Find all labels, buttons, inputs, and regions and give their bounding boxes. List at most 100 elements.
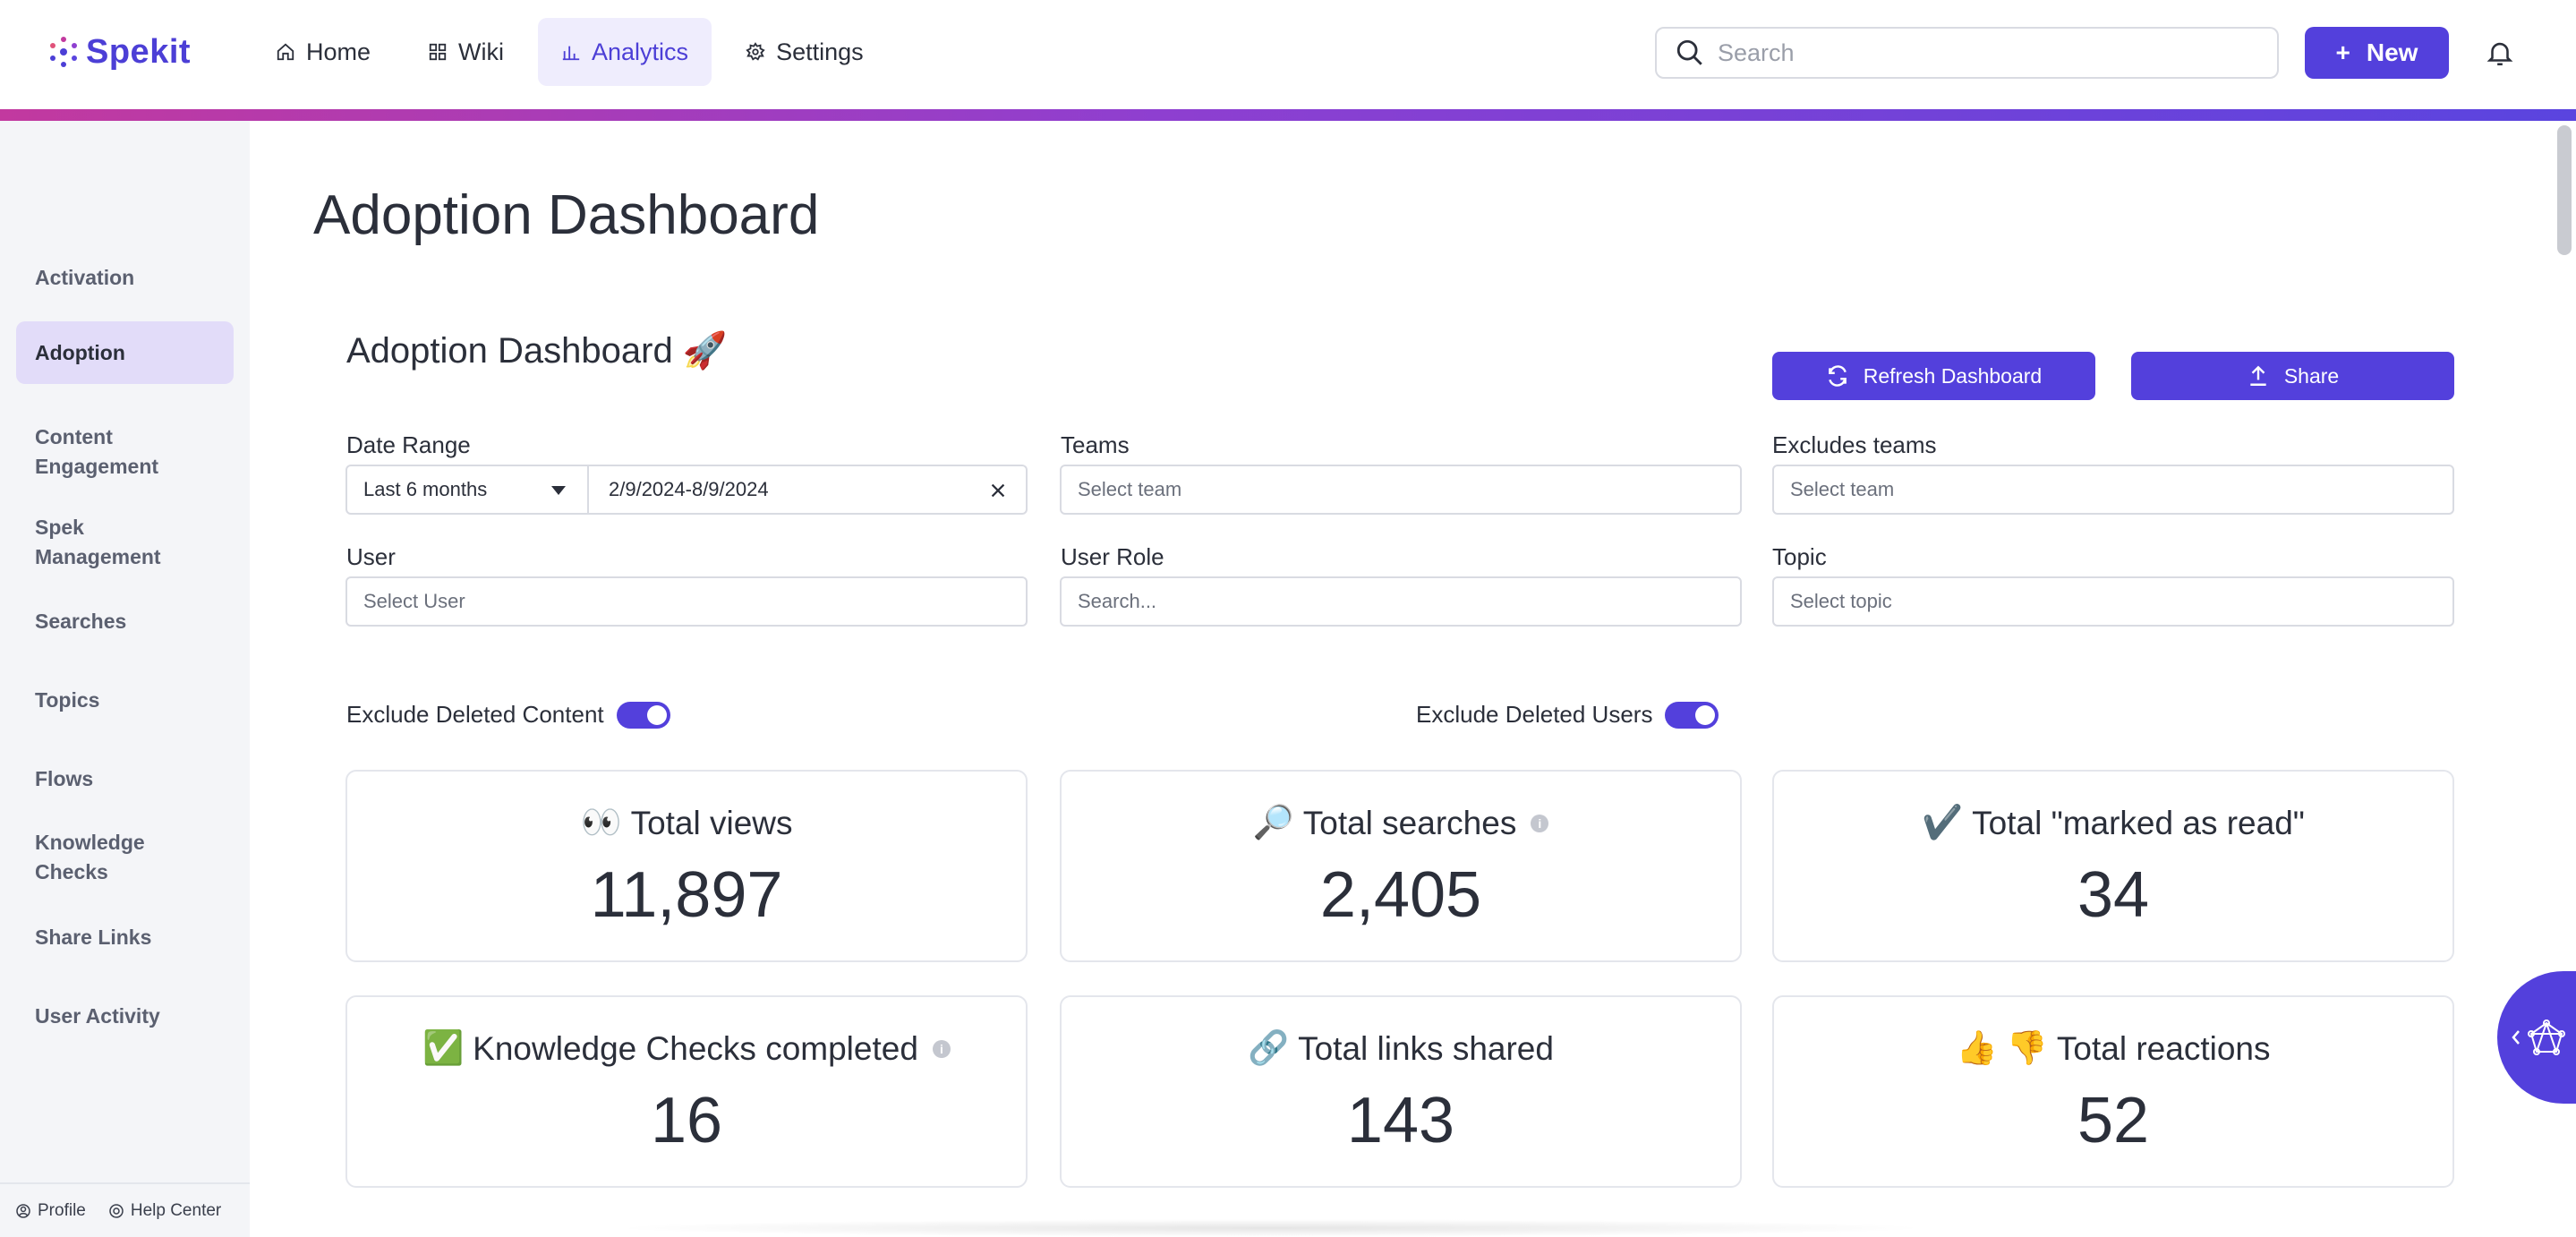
nav-analytics-label: Analytics [592,38,689,65]
profile-label: Profile [38,1200,86,1220]
home-icon [277,43,294,61]
user-select[interactable]: Select User [345,576,1028,627]
bar-chart-icon [562,46,580,61]
exclude-deleted-users-row: Exclude Deleted Users [1416,701,1719,729]
date-range-label: Date Range [346,431,471,458]
sidebar-item-user-activity[interactable]: User Activity [16,994,234,1038]
refresh-dashboard-label: Refresh Dashboard [1863,363,2043,388]
help-icon [109,1203,124,1218]
nav-settings-label: Settings [776,38,864,65]
metric-title: 🔎 Total searches i [1253,804,1549,842]
sidebar-item-activation[interactable]: Activation [16,255,234,300]
link-icon: 🔗 [1248,1029,1290,1066]
date-range-picker: Last 6 months 2/9/2024-8/9/2024 [345,465,1028,515]
sidebar-item-flows[interactable]: Flows [16,756,234,801]
nav-home[interactable]: Home [252,18,394,86]
metric-title: 👍 👎 Total reactions [1957,1029,2271,1068]
metric-card-total-reactions: 👍 👎 Total reactions 52 [1772,995,2454,1188]
sidebar-item-knowledge-checks[interactable]: Knowledge Checks [16,831,234,883]
upload-icon [2250,365,2266,386]
top-navigation: Spekit Home Wiki Analytics Settings + Ne… [0,0,2576,109]
share-button[interactable]: Share [2131,352,2454,400]
sidebar-item-adoption[interactable]: Adoption [16,321,234,384]
exclude-deleted-users-toggle[interactable] [1665,701,1719,729]
grid-icon [429,43,447,61]
date-range-input[interactable]: 2/9/2024-8/9/2024 [589,466,1026,513]
profile-icon [16,1203,30,1218]
thumbs-icon: 👍 👎 [1956,1029,2048,1066]
metric-title: 🔗 Total links shared [1248,1029,1554,1068]
exclude-deleted-content-row: Exclude Deleted Content [346,701,670,729]
teams-label: Teams [1061,431,1130,458]
user-role-label: User Role [1061,543,1164,570]
chevron-left-icon [2512,1030,2520,1045]
metric-value: 143 [1346,1085,1455,1156]
share-label: Share [2283,363,2340,388]
nav-wiki[interactable]: Wiki [405,18,527,86]
bottom-shadow [609,1219,1933,1237]
refresh-icon [1828,365,1847,387]
exclude-deleted-content-toggle[interactable] [616,701,670,729]
magnifier-icon: 🔎 [1252,804,1294,840]
sidebar-item-spek-management[interactable]: Spek Management [16,516,234,568]
date-range-preset-value: Last 6 months [363,478,488,500]
sidebar-item-searches[interactable]: Searches [16,599,234,644]
brand-gradient-bar [0,109,2576,121]
help-center-link[interactable]: Help Center [109,1201,221,1221]
refresh-dashboard-button[interactable]: Refresh Dashboard [1772,352,2095,400]
metric-label: Knowledge Checks completed [473,1029,918,1067]
metric-label: Total views [630,804,793,841]
metric-label: Total "marked as read" [1972,804,2305,841]
exclude-deleted-users-label: Exclude Deleted Users [1416,701,1653,728]
checkmark-icon: ✔️ [1922,804,1964,840]
main-nav: Home Wiki Analytics Settings [252,18,887,86]
topic-select[interactable]: Select topic [1772,576,2454,627]
search-input[interactable] [1718,38,2255,67]
sidebar-item-topics[interactable]: Topics [16,678,234,722]
nav-home-label: Home [306,38,371,65]
excludes-teams-select[interactable]: Select team [1772,465,2454,515]
analytics-sidebar: Activation Adoption Content Engagement S… [0,121,250,1237]
info-icon[interactable]: i [1531,814,1549,832]
exclude-deleted-content-label: Exclude Deleted Content [346,701,604,728]
nav-settings[interactable]: Settings [722,18,887,86]
gear-icon [746,42,765,61]
info-icon[interactable]: i [932,1039,951,1058]
search-icon [1676,39,1702,65]
nav-analytics[interactable]: Analytics [538,18,712,86]
spekit-logo[interactable]: Spekit [48,32,191,72]
metric-title: ✅ Knowledge Checks completed i [422,1029,951,1068]
topic-label: Topic [1772,543,1827,570]
close-icon[interactable] [988,481,1008,500]
metric-title: ✔️ Total "marked as read" [1922,804,2305,842]
check-box-icon: ✅ [422,1029,465,1066]
metric-value: 52 [2077,1085,2150,1156]
help-center-label: Help Center [130,1200,222,1220]
global-search[interactable] [1655,27,2279,79]
network-icon [2528,1019,2565,1055]
date-range-preset-select[interactable]: Last 6 months [347,466,589,513]
metric-label: Total links shared [1298,1029,1554,1067]
excludes-teams-label: Excludes teams [1772,431,1937,458]
user-label: User [346,543,396,570]
sidebar-footer: Profile Help Center [0,1182,250,1237]
metric-card-total-views: 👀 Total views 11,897 [345,770,1028,962]
metric-card-links-shared: 🔗 Total links shared 143 [1060,995,1742,1188]
plus-icon: + [2335,38,2350,66]
bell-icon[interactable] [2485,38,2515,68]
page-scrollbar[interactable] [2557,125,2572,255]
metric-value: 2,405 [1319,859,1482,931]
new-button[interactable]: + New [2305,27,2449,79]
metric-card-marked-as-read: ✔️ Total "marked as read" 34 [1772,770,2454,962]
sidebar-item-share-links[interactable]: Share Links [16,915,234,960]
metric-card-total-searches: 🔎 Total searches i 2,405 [1060,770,1742,962]
metric-card-knowledge-checks: ✅ Knowledge Checks completed i 16 [345,995,1028,1188]
nav-wiki-label: Wiki [458,38,505,65]
chevron-down-icon [551,486,566,495]
teams-select[interactable]: Select team [1060,465,1742,515]
metric-value: 34 [2077,859,2150,931]
spekit-widget-launcher[interactable] [2497,971,2576,1104]
sidebar-item-content-engagement[interactable]: Content Engagement [16,416,234,488]
user-role-select[interactable]: Search... [1060,576,1742,627]
profile-link[interactable]: Profile [16,1201,86,1221]
